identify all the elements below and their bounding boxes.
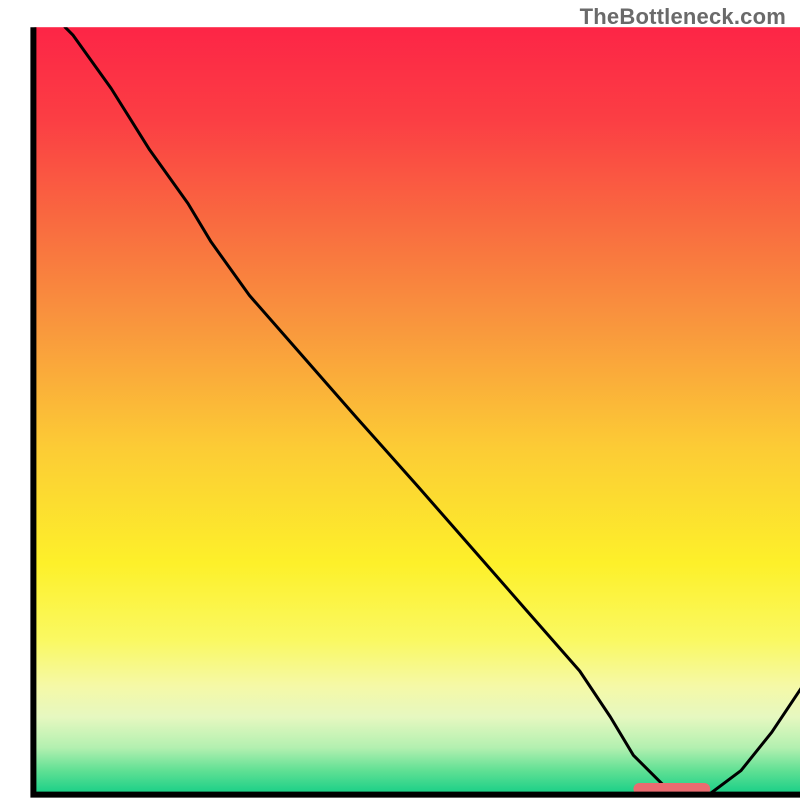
bottleneck-chart <box>0 0 800 800</box>
chart-container: TheBottleneck.com <box>0 0 800 800</box>
watermark-text: TheBottleneck.com <box>580 4 786 30</box>
plot-background <box>34 27 800 793</box>
